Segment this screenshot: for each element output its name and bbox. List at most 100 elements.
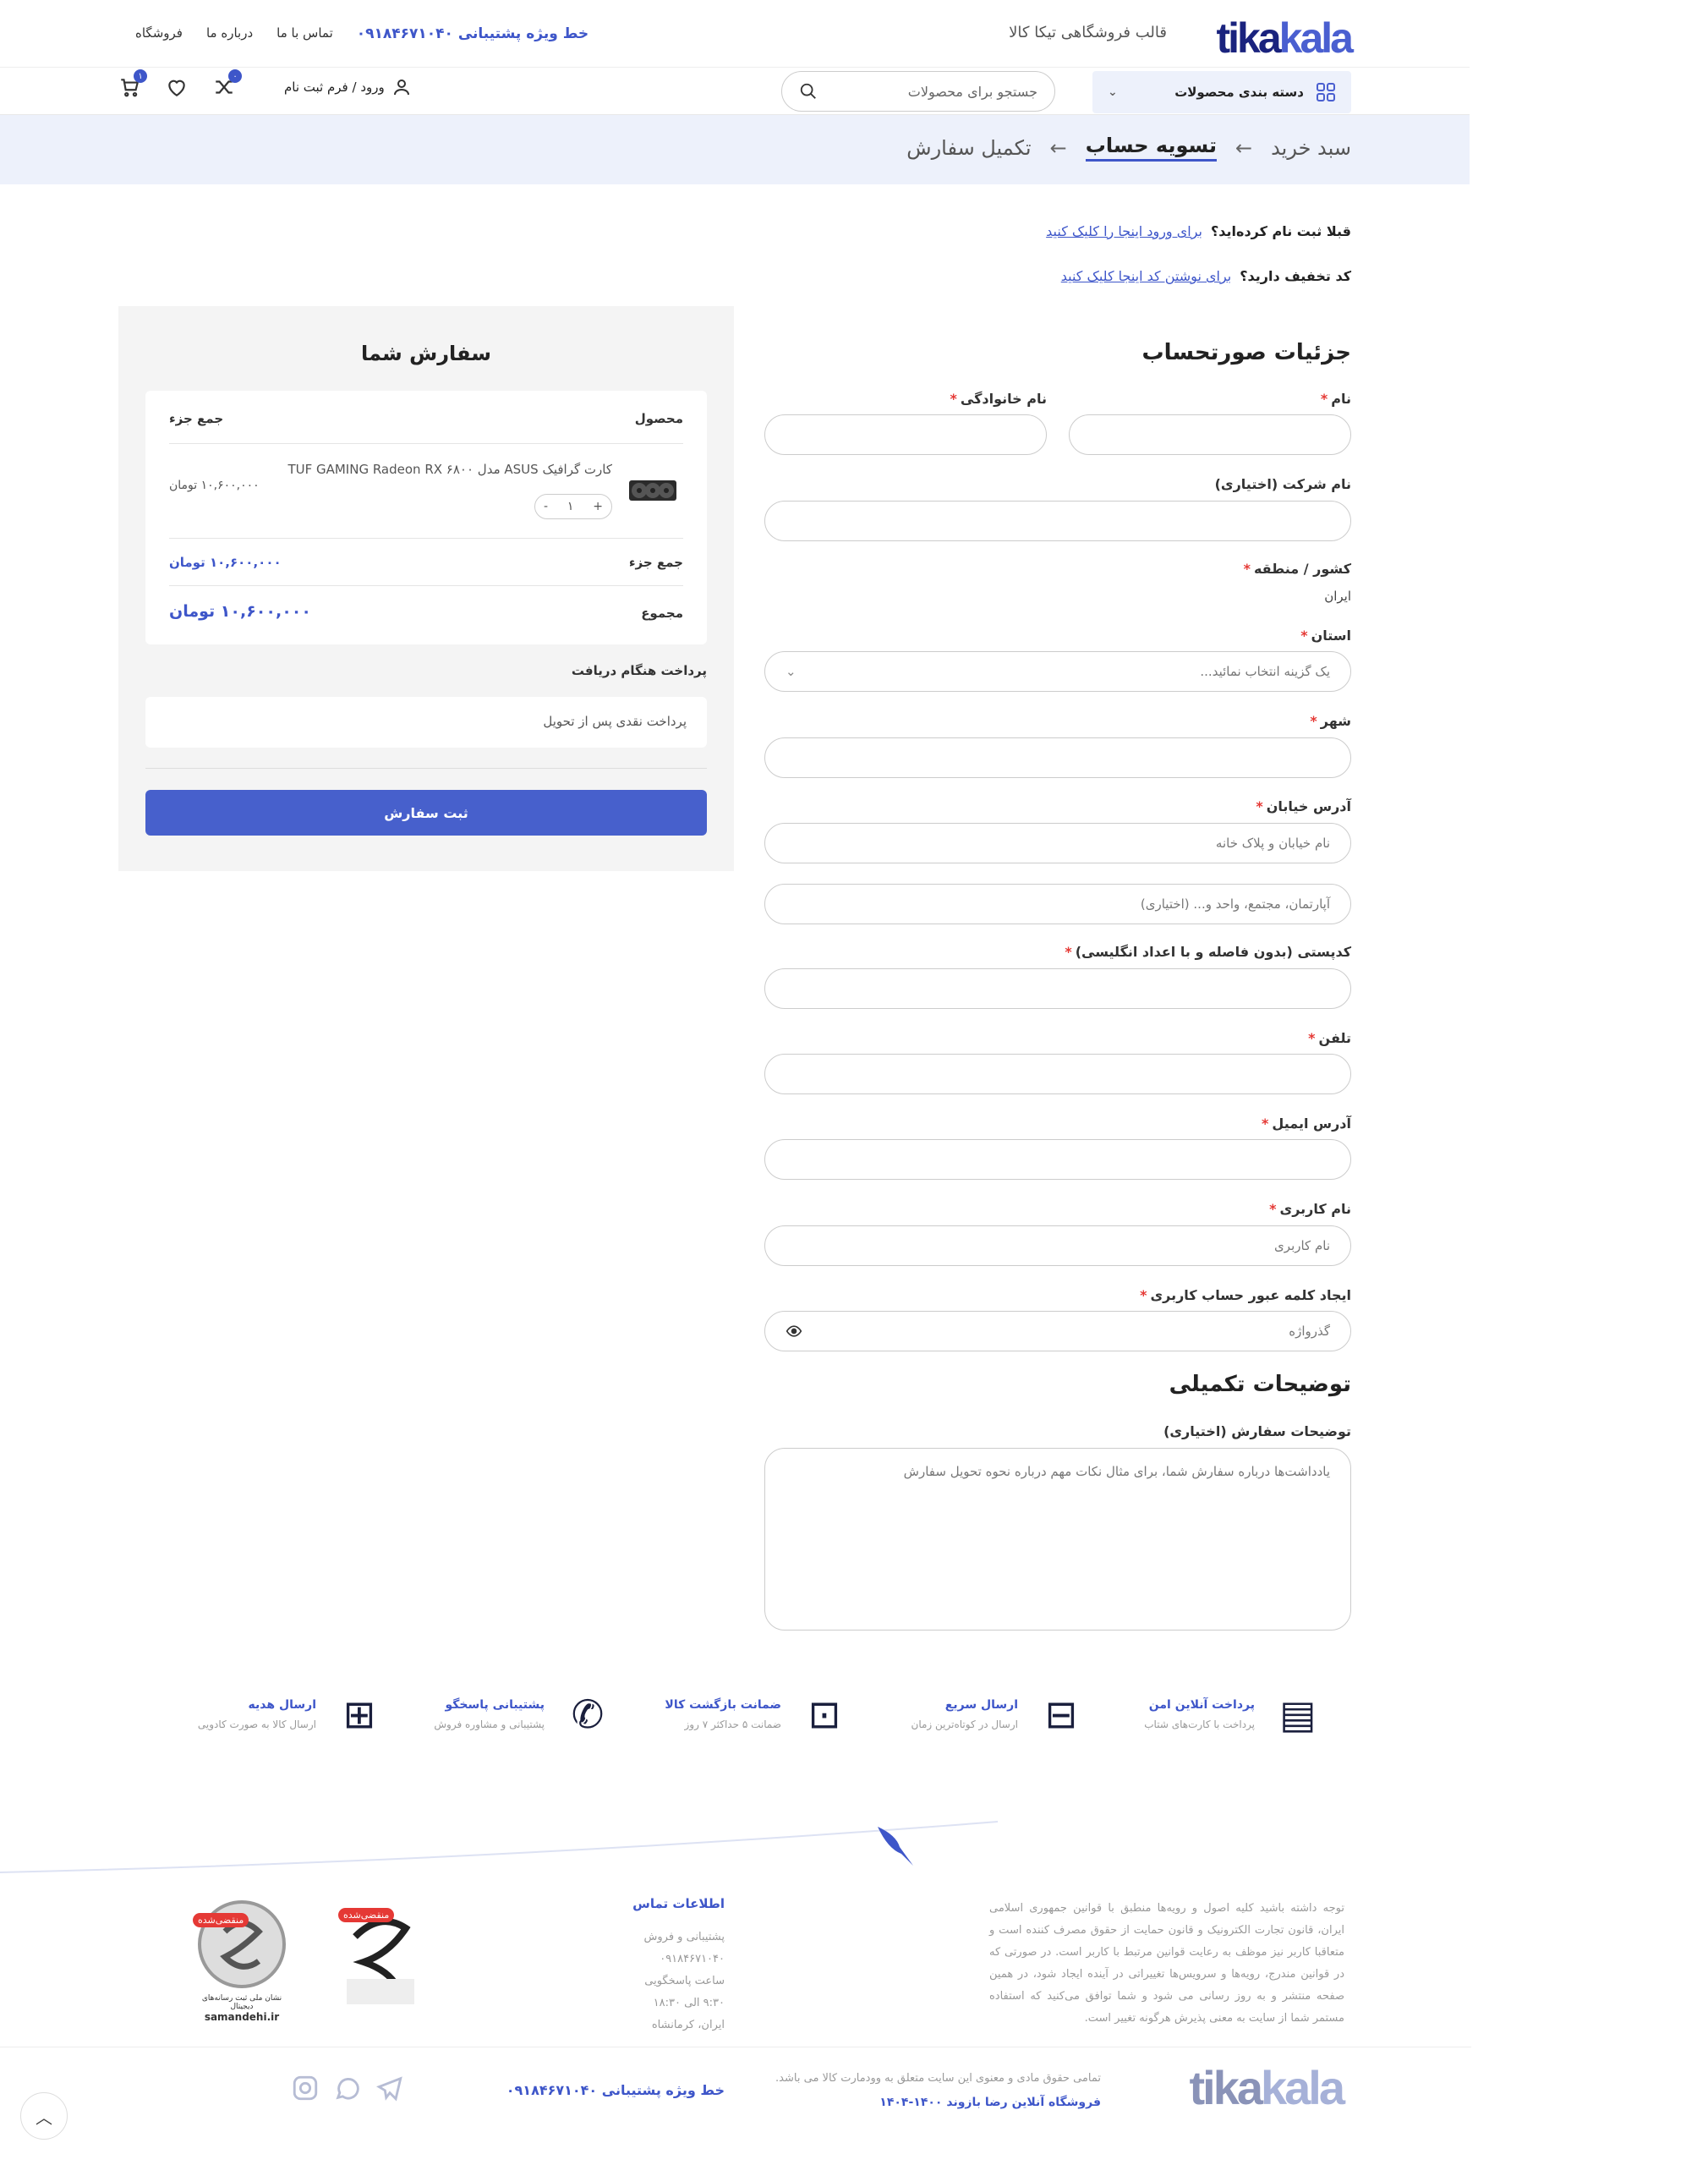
shop-name[interactable]: فروشگاه آنلاین رضا بازوند ۱۴۰۰-۱۴۰۴ [879, 2096, 1101, 2109]
contact-line: ساعت پاسخگویی [644, 1975, 725, 1987]
site-logo[interactable]: tikakala [1217, 14, 1355, 63]
postcode-field[interactable] [764, 968, 1351, 1009]
graphics-card-icon [629, 480, 676, 501]
username-label: نام کاربری* [1269, 1201, 1351, 1217]
copyright-text: تمامی حقوق مادی و معنوی این سایت متعلق ب… [775, 2072, 1101, 2085]
username-field[interactable]: نام کاربری [764, 1225, 1351, 1266]
instagram-icon[interactable] [291, 2074, 320, 2102]
order-notes-textarea[interactable]: یادداشت‌ها درباره سفارش شما، برای مثال ن… [764, 1448, 1351, 1631]
required-mark: * [1310, 713, 1317, 729]
feature-title: ضمانت بازگشت کالا [665, 1698, 781, 1712]
login-notice: قبلا ثبت نام کرده‌اید؟ برای ورود اینجا را… [1046, 223, 1351, 239]
coupon-notice-question: کد تخفیف دارید؟ [1240, 268, 1351, 284]
address2-placeholder: آپارتمان، مجتمع، واحد و... (اختیاری) [1140, 896, 1330, 912]
phone-field[interactable] [764, 1054, 1351, 1094]
product-thumbnail[interactable] [627, 477, 678, 504]
login-label: ورود / فرم ثبت نام [284, 79, 385, 95]
qty-minus-button[interactable]: - [544, 500, 548, 513]
address-label: آدرس خیابان* [1256, 798, 1351, 814]
login-link[interactable]: ورود / فرم ثبت نام [284, 77, 412, 97]
coupon-notice-link[interactable]: برای نوشتن کد اینجا کلیک کنید [1061, 268, 1232, 284]
user-icon [393, 79, 409, 96]
footer-logo-tika: tika [1189, 2061, 1263, 2114]
subtotal-value: ۱۰,۶۰۰,۰۰۰ تومان [169, 555, 282, 570]
samandehi-caption: نشان ملی ثبت رسانه‌های دیجیتال [201, 1994, 282, 2011]
address-placeholder: نام خیابان و پلاک خانه [1215, 836, 1330, 851]
feature-title: پشتیبانی پاسخگو [445, 1698, 545, 1712]
required-mark: * [1308, 1030, 1316, 1046]
eye-icon[interactable] [786, 1323, 802, 1340]
whatsapp-icon[interactable] [333, 2074, 362, 2102]
subtotal-label: جمع جزء [628, 555, 683, 570]
place-order-button[interactable]: ثبت سفارش [145, 790, 707, 836]
city-field[interactable] [764, 737, 1351, 778]
step-cart[interactable]: سبد خرید [1271, 136, 1351, 160]
state-select[interactable]: یک گزینه انتخاب نمائید... ⌄ [764, 651, 1351, 692]
samandehi-url: samandehi.ir [204, 2011, 280, 2023]
nav-contact[interactable]: تماس با ما [276, 25, 333, 42]
wishlist-button[interactable] [164, 74, 189, 100]
postcode-label: کدپستی (بدون فاصله و با اعداد انگلیسی)* [1065, 944, 1351, 960]
city-label: شهر* [1310, 713, 1351, 729]
email-field[interactable] [764, 1139, 1351, 1180]
product-name[interactable]: کارت گرافیک ASUS مدل TUF GAMING Radeon R… [287, 462, 612, 477]
login-notice-link[interactable]: برای ورود اینجا را کلیک کنید [1046, 223, 1202, 239]
header-hotline[interactable]: خط ویژه پشتیبانی ۰۹۱۸۴۶۷۱۰۴۰ [357, 25, 588, 42]
divider [169, 443, 683, 444]
state-label: استان* [1300, 628, 1351, 644]
chevron-down-icon: ⌄ [786, 664, 797, 679]
telegram-icon[interactable] [375, 2074, 404, 2102]
samandehi-seal-icon [198, 1900, 286, 1988]
contact-title: اطلاعات تماس [632, 1896, 725, 1911]
first-name-field[interactable] [1069, 414, 1351, 455]
login-notice-question: قبلا ثبت نام کرده‌اید؟ [1210, 223, 1351, 239]
feature-secure-payment: ▤ پرداخت آنلاین امن پرداخت با کارت‌های شت… [1144, 1691, 1328, 1737]
payment-method-title[interactable]: پرداخت هنگام دریافت [572, 663, 707, 678]
divider [145, 768, 707, 769]
categories-button[interactable]: دسته بندی محصولات ⌄ [1092, 71, 1351, 113]
chevron-down-icon: ⌄ [1108, 85, 1118, 99]
required-mark: * [1243, 561, 1251, 577]
order-title: سفارش شما [361, 342, 491, 365]
feature-fast-shipping: ⊟ ارسال سریع ارسال در کوتاه‌ترین زمان [911, 1691, 1091, 1737]
address2-field[interactable]: آپارتمان، مجتمع، واحد و... (اختیاری) [764, 884, 1351, 924]
qty-plus-button[interactable]: + [593, 500, 603, 513]
password-label: ایجاد کلمه عبور حساب کاربری* [1140, 1287, 1351, 1303]
required-mark: * [1320, 391, 1328, 407]
footer-about: توجه داشته باشید کلیه اصول و رویه‌ها منط… [989, 1902, 1344, 2025]
phone-icon: ✆ [571, 1691, 605, 1737]
nav-about[interactable]: درباره ما [206, 25, 253, 42]
payment-method-description: پرداخت نقدی پس از تحویل [145, 697, 707, 748]
required-mark: * [1262, 1115, 1269, 1132]
search-input[interactable]: جستجو برای محصولات [781, 71, 1055, 112]
feature-support: ✆ پشتیبانی پاسخگو پشتیبانی و مشاوره فروش [434, 1691, 617, 1737]
cart-button[interactable]: ۱ [117, 69, 147, 100]
footer-logo-kala: kala [1261, 2061, 1345, 2114]
password-field[interactable]: گذرواژه [764, 1311, 1351, 1351]
samandehi-badge[interactable]: نشان ملی ثبت رسانه‌های دیجیتال samandehi… [191, 1898, 293, 2023]
footer-hotline[interactable]: خط ویژه پشتیبانی ۰۹۱۸۴۶۷۱۰۴۰ [506, 2082, 725, 2098]
col-subtotal: جمع جزء [169, 411, 224, 426]
site-tagline: قالب فروشگاهی تیکا کالا [1009, 24, 1167, 41]
last-name-field[interactable] [764, 414, 1047, 455]
extra-info-title: توضیحات تکمیلی [1169, 1372, 1351, 1397]
required-mark: * [1065, 944, 1072, 960]
card-icon: ▤ [1279, 1691, 1317, 1737]
footer-logo[interactable]: tikakala [1189, 2060, 1346, 2115]
features-row: ▤ پرداخت آنلاین امن پرداخت با کارت‌های شت… [169, 1691, 1353, 1759]
nav-shop[interactable]: فروشگاه [135, 25, 183, 42]
qty-value[interactable]: ۱ [567, 500, 574, 513]
password-placeholder: گذرواژه [1289, 1324, 1330, 1339]
billing-form: جزئیات صورتحساب نام* نام خانوادگی* نام ش… [764, 338, 1351, 1631]
enamad-badge[interactable]: منقضی‌شده [338, 1903, 423, 2013]
expired-badge: منقضی‌شده [193, 1913, 249, 1927]
company-field[interactable] [764, 501, 1351, 541]
arrow-left-icon: ← [1049, 135, 1067, 160]
compare-button[interactable]: ۰ [211, 69, 242, 100]
email-label: آدرس ایمیل* [1262, 1115, 1351, 1132]
scroll-to-top-button[interactable]: ︿ [20, 2092, 68, 2140]
address-field[interactable]: نام خیابان و پلاک خانه [764, 823, 1351, 863]
gift-icon: ⊞ [342, 1691, 376, 1737]
quantity-stepper: + ۱ - [534, 494, 612, 519]
search-icon[interactable] [799, 82, 818, 101]
